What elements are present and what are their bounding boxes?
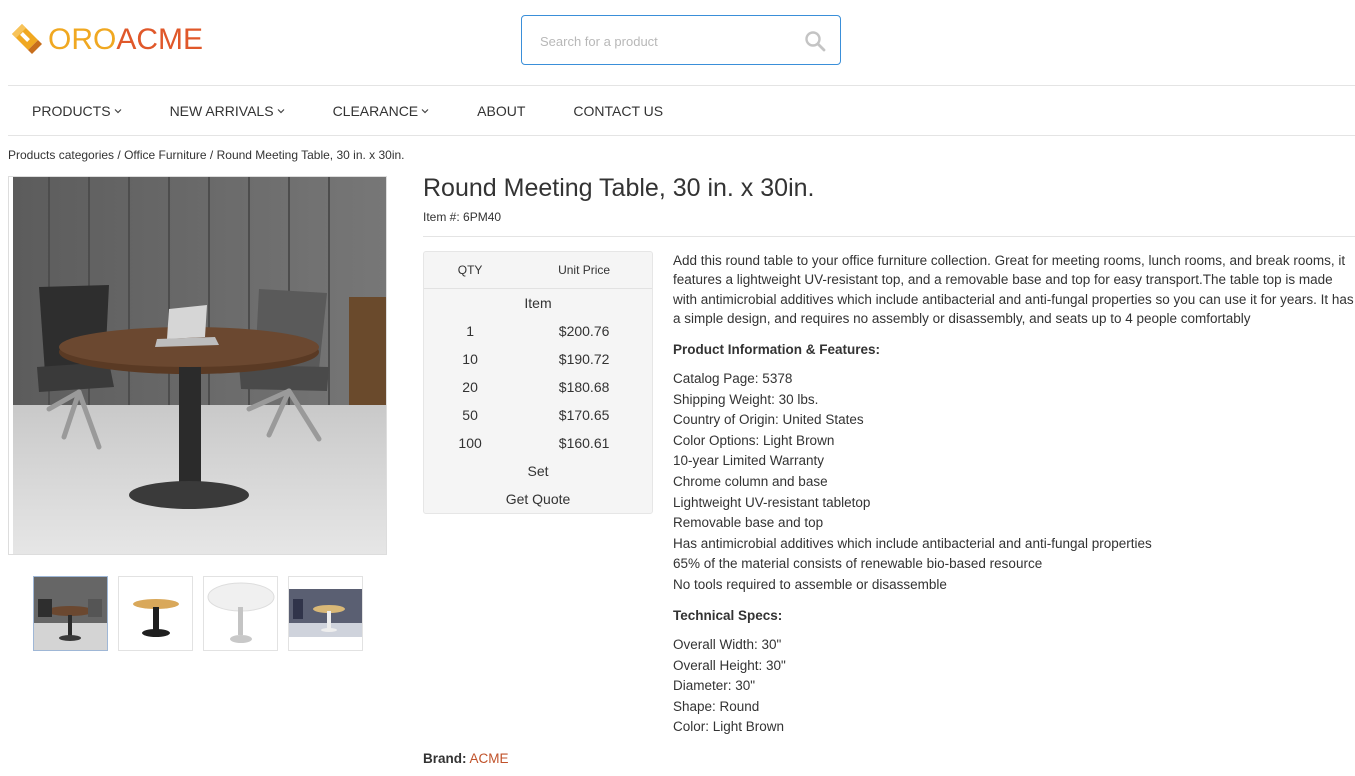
price-qty: 100: [458, 435, 482, 451]
breadcrumb-link-office-furniture[interactable]: Office Furniture: [124, 148, 206, 162]
spec-item: Diameter: 30": [673, 678, 756, 694]
price-table: QTY Unit Price Item 1 $200.76 10 $190.72…: [423, 251, 653, 514]
price-row: 1 $200.76: [424, 317, 652, 345]
nav-item-label: ABOUT: [477, 102, 526, 119]
breadcrumb-current: Round Meeting Table, 30 in. x 30in.: [216, 148, 405, 162]
get-quote-link[interactable]: Get Quote: [424, 485, 652, 513]
brand-field: Brand: ACME: [423, 751, 509, 766]
title-divider: [423, 236, 1355, 237]
unit-label-set: Set: [527, 463, 549, 479]
nav-item-label: CLEARANCE: [332, 102, 419, 119]
feature-item: Removable base and top: [673, 515, 824, 531]
nav-divider: [8, 135, 1355, 136]
product-main-image[interactable]: [8, 176, 387, 555]
thumbnail-image: [289, 577, 362, 650]
feature-item: 65% of the material consists of renewabl…: [673, 556, 1043, 572]
brand-link[interactable]: ACME: [470, 751, 509, 766]
price-row: 20 $180.68: [424, 373, 652, 401]
nav-item-about[interactable]: ABOUT: [453, 103, 549, 119]
main-nav: PRODUCTS NEW ARRIVALS CLEARANCE ABOUT CO…: [8, 86, 687, 135]
nav-item-products[interactable]: PRODUCTS: [8, 103, 146, 119]
price-value: $200.76: [558, 323, 610, 339]
product-photo: [9, 177, 386, 554]
feature-item: 10-year Limited Warranty: [673, 453, 825, 469]
search-icon[interactable]: [804, 30, 826, 52]
thumbnail-strip: [33, 576, 363, 651]
breadcrumb-separator: /: [209, 148, 214, 162]
thumbnail-4[interactable]: [288, 576, 363, 651]
header: OROACME: [0, 0, 1355, 86]
feature-item: Catalog Page: 5378: [673, 371, 793, 386]
spec-item: Overall Height: 30": [673, 657, 786, 673]
logo-text-acme: ACME: [116, 23, 204, 56]
price-value: $190.72: [558, 351, 610, 367]
chevron-down-icon: [114, 108, 121, 113]
logo-text-oro: ORO: [48, 23, 117, 56]
feature-item: Shipping Weight: 30 lbs.: [673, 391, 819, 407]
price-value: $170.65: [558, 407, 610, 423]
spec-item: Shape: Round: [673, 698, 760, 714]
specs-list: Overall Width: 30" Overall Height: 30" D…: [673, 635, 786, 738]
search-input[interactable]: [540, 30, 790, 52]
logo-mark-icon: [12, 24, 42, 54]
chevron-down-icon: [421, 108, 429, 113]
thumbnail-2[interactable]: [118, 576, 193, 651]
feature-item: Chrome column and base: [673, 473, 828, 489]
chevron-down-icon: [277, 108, 284, 113]
price-row: 50 $170.65: [424, 401, 652, 429]
feature-item: Lightweight UV-resistant tabletop: [673, 494, 871, 510]
nav-item-new-arrivals[interactable]: NEW ARRIVALS: [146, 103, 309, 119]
thumbnail-image: [204, 577, 277, 650]
price-value: $160.61: [558, 435, 610, 451]
unit-label-item: Item: [524, 295, 552, 311]
product-description: Add this round table to your office furn…: [673, 253, 1354, 326]
thumbnail-image: [34, 577, 107, 650]
price-qty: 1: [466, 323, 474, 339]
brand-label: Brand:: [423, 751, 467, 766]
price-qty: 10: [462, 351, 478, 367]
feature-item: Color Options: Light Brown: [673, 432, 835, 448]
price-qty: 20: [462, 379, 478, 395]
nav-item-contact-us[interactable]: CONTACT US: [549, 103, 687, 119]
price-table-header: QTY Unit Price: [424, 252, 652, 289]
nav-item-label: PRODUCTS: [32, 102, 111, 119]
spec-item: Overall Width: 30": [673, 637, 782, 652]
thumbnail-3[interactable]: [203, 576, 278, 651]
thumbnail-1[interactable]: [33, 576, 108, 651]
nav-item-label: NEW ARRIVALS: [169, 102, 274, 119]
thumbnail-image: [119, 577, 192, 650]
feature-item: Has antimicrobial additives which includ…: [673, 535, 1152, 551]
breadcrumb: Products categories / Office Furniture /…: [8, 148, 405, 162]
unit-price-header: Unit Price: [558, 263, 611, 277]
breadcrumb-link-categories[interactable]: Products categories: [8, 148, 114, 162]
feature-item: No tools required to assemble or disasse…: [673, 576, 947, 592]
price-row: 100 $160.61: [424, 429, 652, 457]
features-list: Catalog Page: 5378 Shipping Weight: 30 l…: [673, 369, 1152, 596]
price-value: $180.68: [558, 379, 610, 395]
nav-item-clearance[interactable]: CLEARANCE: [309, 103, 454, 119]
feature-item: Country of Origin: United States: [673, 412, 864, 428]
price-row: 10 $190.72: [424, 345, 652, 373]
site-logo[interactable]: OROACME: [8, 22, 203, 58]
item-number: Item #: 6PM40: [423, 210, 502, 224]
logo-text: OROACME: [48, 22, 203, 58]
nav-item-label: CONTACT US: [573, 102, 664, 119]
spec-item: Color: Light Brown: [673, 719, 785, 735]
product-title: Round Meeting Table, 30 in. x 30in.: [423, 174, 815, 202]
breadcrumb-separator: /: [117, 148, 121, 162]
specs-heading: Technical Specs:: [673, 608, 783, 623]
price-qty: 50: [462, 407, 478, 423]
qty-header: QTY: [457, 263, 483, 277]
search-box: [521, 15, 841, 65]
features-heading: Product Information & Features:: [673, 342, 881, 357]
